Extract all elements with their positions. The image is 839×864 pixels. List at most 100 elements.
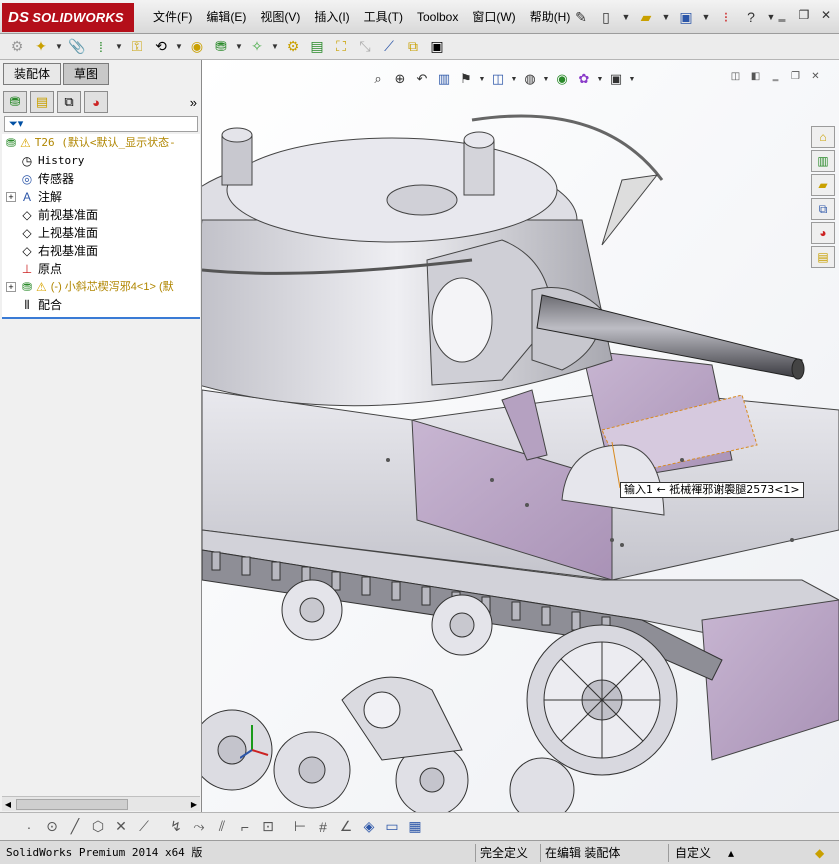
chevron-down-icon[interactable]: ▼ (270, 36, 280, 58)
menu-file[interactable]: 文件(F) (146, 0, 199, 34)
menu-tools[interactable]: 工具(T) (357, 0, 410, 34)
new-document-icon[interactable]: ▯ (595, 6, 617, 28)
zoom-to-area-icon[interactable]: ⊕ (390, 69, 410, 89)
zoom-to-fit-icon[interactable]: ⌕ (368, 69, 388, 89)
edit-appearance-icon[interactable]: ✿ (574, 69, 594, 89)
chevron-down-icon[interactable]: ▼ (54, 36, 64, 58)
polygon-icon[interactable]: ⬡ (87, 816, 109, 838)
help-icon[interactable]: ? (740, 6, 762, 28)
hole-alignment-icon[interactable]: ▣ (426, 36, 448, 58)
view-orientation-icon[interactable]: ◫ (488, 69, 508, 89)
apply-scene-icon[interactable]: ▣ (606, 69, 626, 89)
solidworks-resources-icon[interactable]: ⌂ (811, 126, 835, 148)
tab-sketch[interactable]: 草图 (63, 63, 110, 85)
menu-insert[interactable]: 插入(I) (307, 0, 356, 34)
graphics-viewport[interactable]: ⌕ ⊕ ↶ ▥ ⚑ ▼ ◫ ▼ ◍ ▼ ◉ ✿ ▼ ▣ ▼ ◫ ◧ ‗ ❐ ✕ … (202, 60, 839, 812)
smart-fasteners-icon[interactable]: ⚿ (126, 36, 148, 58)
filter-icon[interactable]: ⏷▾ (9, 118, 23, 130)
show-hidden-icon[interactable]: ◉ (186, 36, 208, 58)
tree-root[interactable]: ⛃ ⚠ T26 (默认<默认_显示状态- (2, 134, 200, 152)
solidworks-logo[interactable]: DS SOLIDWORKS (2, 3, 134, 32)
menu-window[interactable]: 窗口(W) (465, 0, 522, 34)
filter-field[interactable]: ⏷▾ (4, 116, 198, 132)
section-view-icon[interactable]: ▥ (434, 69, 454, 89)
expand-icon[interactable]: + (6, 282, 16, 292)
tree-item-origin[interactable]: ⊥ 原点 (2, 260, 200, 278)
view-palette-icon[interactable]: ⧉ (811, 198, 835, 220)
line-icon[interactable]: ╱ (64, 816, 86, 838)
design-library-icon[interactable]: ▥ (811, 150, 835, 172)
chevron-down-icon[interactable]: ▼ (628, 69, 636, 89)
linear-pattern-icon[interactable]: ⁞ (90, 36, 112, 58)
point-icon[interactable]: · (18, 816, 40, 838)
tree-item-right-plane[interactable]: ◇ 右视基准面 (2, 242, 200, 260)
bill-of-materials-icon[interactable]: ▤ (306, 36, 328, 58)
circle-icon[interactable]: ⊙ (41, 816, 63, 838)
tag-icon[interactable]: ◆ (815, 844, 824, 862)
tab-assembly[interactable]: 装配体 (3, 63, 62, 85)
restore-icon[interactable]: ❐ (788, 70, 803, 83)
unit-caret-icon[interactable]: ▴ (728, 844, 734, 862)
scrollbar-thumb[interactable] (16, 799, 128, 810)
extend-icon[interactable]: ⟋ (133, 816, 155, 838)
smart-dimension-icon[interactable]: ⊢ (289, 816, 311, 838)
mirror-icon[interactable]: ⫽ (211, 816, 233, 838)
close-icon[interactable]: ✕ (808, 70, 823, 83)
chevron-down-icon[interactable]: ▼ (234, 36, 244, 58)
move-component-icon[interactable]: ⟲ (150, 36, 172, 58)
dynamic-annotation-icon[interactable]: ⚑ (456, 69, 476, 89)
menu-view[interactable]: 视图(V) (253, 0, 307, 34)
angle-icon[interactable]: ∠ (335, 816, 357, 838)
open-folder-icon[interactable]: ▰ (635, 6, 657, 28)
chevron-down-icon[interactable]: ▼ (114, 36, 124, 58)
minimize-icon[interactable]: ‗ (773, 7, 791, 23)
tree-item-top-plane[interactable]: ◇ 上视基准面 (2, 224, 200, 242)
sketch-fillet-icon[interactable]: ⊡ (257, 816, 279, 838)
file-explorer-icon[interactable]: ▰ (811, 174, 835, 196)
save-icon[interactable]: ▣ (675, 6, 697, 28)
chevron-down-icon[interactable]: ▼ (478, 69, 486, 89)
display-manager-icon[interactable]: ◕ (84, 91, 108, 113)
trim-icon[interactable]: ✕ (110, 816, 132, 838)
chevron-down-icon[interactable]: ▼ (510, 69, 518, 89)
exploded-view-icon[interactable]: ⛶ (330, 36, 352, 58)
chevron-down-icon[interactable]: ▼ (620, 6, 632, 28)
rebuild-traffic-light-icon[interactable]: ⁝ (715, 6, 737, 28)
chevron-down-icon[interactable]: ▼ (596, 69, 604, 89)
tree-item-annotations[interactable]: + A 注解 (2, 188, 200, 206)
reference-geometry-icon[interactable]: ✧ (246, 36, 268, 58)
scroll-right-icon[interactable]: ▶ (188, 797, 200, 812)
chevron-down-icon[interactable]: ▼ (700, 6, 712, 28)
configuration-manager-icon[interactable]: ⧉ (57, 91, 81, 113)
tree-item-mates[interactable]: ⫴ 配合 (2, 296, 200, 314)
new-part-icon[interactable]: ✦ (30, 36, 52, 58)
feature-manager-tree-icon[interactable]: ⛃ (3, 91, 27, 113)
close-icon[interactable]: ✕ (817, 7, 835, 23)
hide-show-items-icon[interactable]: ◉ (552, 69, 572, 89)
chevron-down-icon[interactable]: ▼ (542, 69, 550, 89)
split-view-icon[interactable]: ◫ (728, 70, 743, 83)
tree-item-subassembly[interactable]: + ⛃ ⚠ (-) 小斜芯楔泻邪4<1> (默 (2, 278, 200, 296)
property-manager-icon[interactable]: ▤ (30, 91, 54, 113)
expand-icon[interactable]: + (6, 192, 16, 202)
tree-item-front-plane[interactable]: ◇ 前视基准面 (2, 206, 200, 224)
menu-edit[interactable]: 编辑(E) (199, 0, 253, 34)
unit-system-status[interactable]: 自定义 (668, 844, 711, 862)
explode-line-sketch-icon[interactable]: ⤡ (354, 36, 376, 58)
scroll-left-icon[interactable]: ◀ (2, 797, 14, 812)
mate-icon[interactable]: 📎 (66, 36, 88, 58)
chevron-down-icon[interactable]: ▼ (660, 6, 672, 28)
isometric-view-icon[interactable]: ◈ (358, 816, 380, 838)
tree-item-history[interactable]: ◷ History (2, 152, 200, 170)
display-style-icon[interactable]: ◍ (520, 69, 540, 89)
insert-component-icon[interactable]: ⚙ (6, 36, 28, 58)
clearance-verification-icon[interactable]: ⧉ (402, 36, 424, 58)
new-motion-study-icon[interactable]: ⚙ (282, 36, 304, 58)
pin-icon[interactable]: ✎ (570, 6, 592, 28)
interference-detection-icon[interactable]: ⟋ (378, 36, 400, 58)
assembly-features-icon[interactable]: ⛃ (210, 36, 232, 58)
split-view-icon[interactable]: ◧ (748, 70, 763, 83)
previous-view-icon[interactable]: ↶ (412, 69, 432, 89)
single-view-icon[interactable]: ▭ (381, 816, 403, 838)
appearances-icon[interactable]: ◕ (811, 222, 835, 244)
